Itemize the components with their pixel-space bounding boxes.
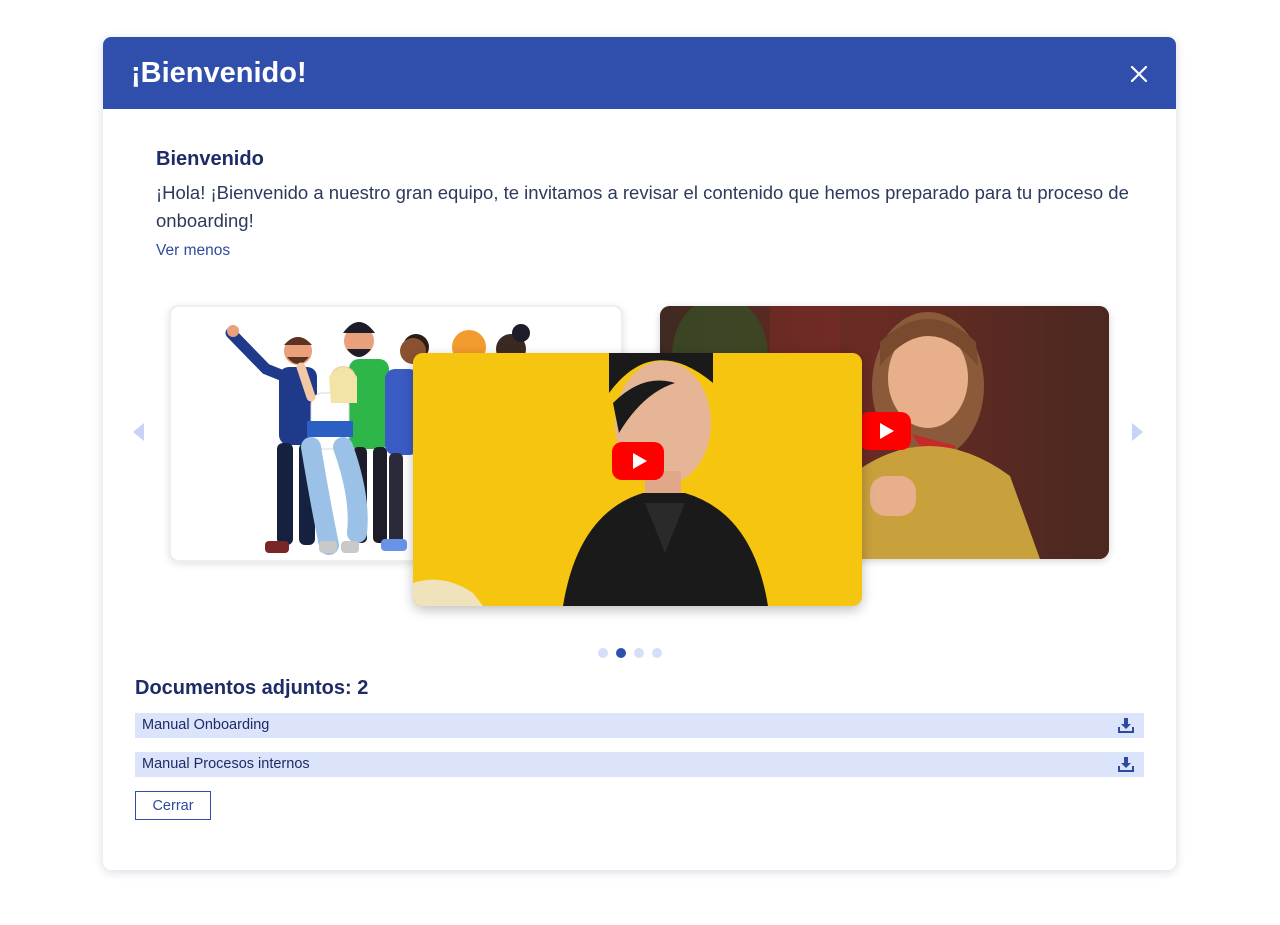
attachments-section: Documentos adjuntos: 2 Manual Onboarding… — [135, 673, 1144, 820]
close-icon[interactable] — [1122, 57, 1156, 91]
media-carousel — [103, 297, 1176, 617]
welcome-modal: ¡Bienvenido! Bienvenido ¡Hola! ¡Bienveni… — [103, 37, 1176, 870]
intro-text: ¡Hola! ¡Bienvenido a nuestro gran equipo… — [156, 182, 1129, 231]
attachment-name: Manual Procesos internos — [142, 756, 310, 772]
carousel-dot-2[interactable] — [616, 648, 626, 658]
see-less-link[interactable]: Ver menos — [156, 240, 230, 262]
chevron-right-icon[interactable] — [1129, 421, 1145, 443]
download-icon[interactable] — [1118, 717, 1134, 733]
download-icon[interactable] — [1118, 756, 1134, 772]
youtube-play-icon[interactable] — [612, 442, 664, 480]
modal-header: ¡Bienvenido! — [103, 37, 1176, 109]
carousel-dot-1[interactable] — [598, 648, 608, 658]
modal-title: ¡Bienvenido! — [131, 57, 307, 89]
attachment-row[interactable]: Manual Onboarding — [135, 713, 1144, 738]
chevron-left-icon[interactable] — [131, 421, 147, 443]
carousel-dot-4[interactable] — [652, 648, 662, 658]
attachments-title: Documentos adjuntos: 2 — [135, 677, 369, 699]
attachment-name: Manual Onboarding — [142, 717, 270, 733]
carousel-dot-3[interactable] — [634, 648, 644, 658]
close-button[interactable]: Cerrar — [135, 791, 211, 820]
intro-section: Bienvenido ¡Hola! ¡Bienvenido a nuestro … — [156, 145, 1136, 262]
carousel-slide-video-1[interactable] — [413, 353, 862, 606]
youtube-play-icon[interactable] — [859, 412, 911, 450]
attachment-row[interactable]: Manual Procesos internos — [135, 752, 1144, 777]
intro-heading: Bienvenido — [156, 148, 264, 170]
